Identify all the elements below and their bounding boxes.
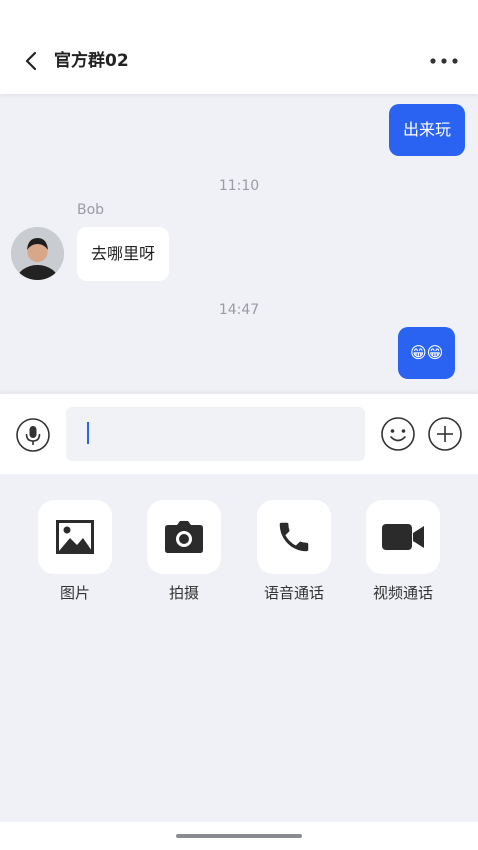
tool-label: 拍摄 [168, 584, 199, 602]
avatar-photo [11, 227, 64, 280]
tool-video-call[interactable]: 视频通话 [366, 500, 440, 602]
tool-label: 视频通话 [372, 584, 433, 602]
camera-icon [165, 521, 203, 553]
tool-tile [257, 500, 331, 574]
tool-tile [366, 500, 440, 574]
tool-camera[interactable]: 拍摄 [147, 500, 221, 602]
video-camera-icon [382, 524, 424, 550]
more-dots-icon [430, 58, 458, 64]
avatar[interactable] [11, 227, 64, 280]
tool-label: 语音通话 [263, 584, 324, 602]
text-cursor [87, 422, 89, 444]
plus-icon [428, 417, 462, 451]
message-input[interactable] [66, 407, 365, 461]
message-bubble-incoming[interactable]: 去哪里呀 [77, 227, 170, 281]
tool-image[interactable]: 图片 [38, 500, 112, 602]
chat-title: 官方群02 [54, 51, 129, 71]
message-list: 出来玩 11:10 Bob 去哪里呀 14:47 😁😁 [0, 94, 478, 394]
chevron-left-icon [25, 51, 37, 71]
back-button[interactable] [20, 49, 44, 73]
voice-button[interactable] [15, 417, 51, 453]
smiley-icon [381, 417, 415, 451]
tool-voice-call[interactable]: 语音通话 [257, 500, 331, 602]
more-button[interactable] [426, 52, 462, 70]
chat-header: 官方群02 [0, 0, 478, 94]
home-indicator[interactable] [176, 834, 302, 838]
sender-name: Bob [77, 202, 105, 218]
microphone-icon [16, 418, 50, 452]
phone-icon [279, 522, 309, 552]
message-bubble-outgoing[interactable]: 出来玩 [389, 104, 466, 156]
image-icon [56, 520, 94, 554]
tool-tile [147, 500, 221, 574]
tool-label: 图片 [59, 584, 90, 602]
plus-button[interactable] [427, 416, 463, 452]
emoji-button[interactable] [380, 416, 416, 452]
message-bubble-outgoing[interactable]: 😁😁 [398, 327, 456, 379]
message-timestamp: 14:47 [218, 302, 260, 318]
message-timestamp: 11:10 [218, 178, 260, 194]
tool-tile [38, 500, 112, 574]
